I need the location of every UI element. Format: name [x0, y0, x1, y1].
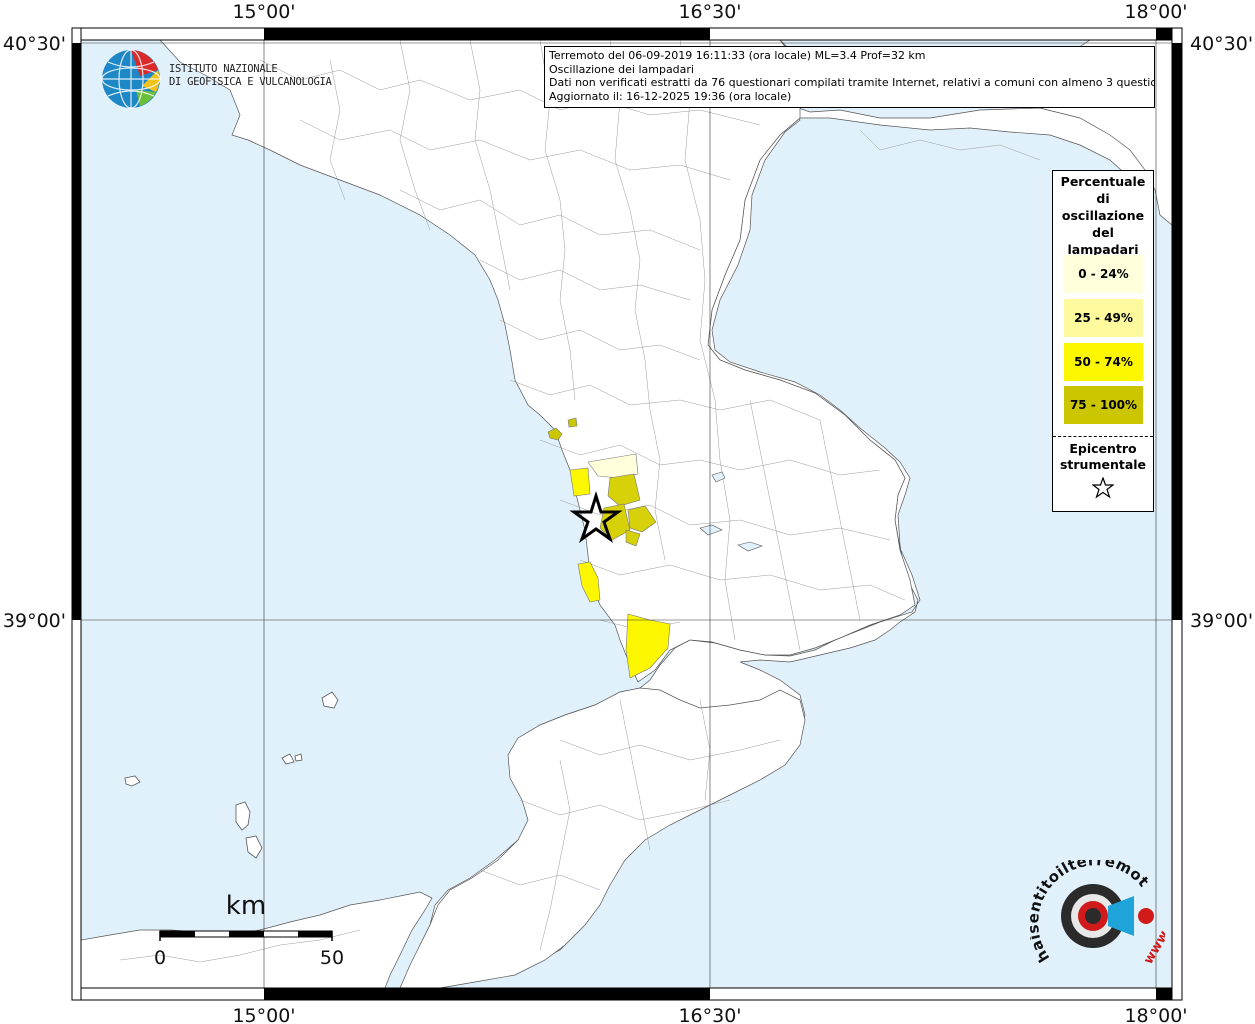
star-icon: [1092, 477, 1114, 499]
legend-class-1: 25 - 49%: [1064, 299, 1143, 337]
x-tick-bottom: 16°30': [678, 1005, 741, 1024]
y-tick-right: 40°30': [1190, 33, 1253, 55]
scale-min-label: 0: [154, 947, 166, 969]
info-line-source: Dati non verificati estratti da 76 quest…: [549, 76, 1155, 89]
haisentito-www-text: www.: [1141, 925, 1165, 967]
x-tick-top: 16°30': [678, 1, 741, 23]
legend-class-3: 75 - 100%: [1064, 386, 1143, 424]
haisentito-logo-icon: haisentitoilterremoto.it www.: [1030, 860, 1165, 967]
earthquake-info-box: Terremoto del 06-09-2019 16:11:33 (ora l…: [544, 46, 1155, 108]
legend-title: Percentuale di oscillazione del lampadar…: [1060, 174, 1146, 257]
scale-max-label: 50: [320, 947, 344, 969]
legend-class-0: 0 - 24%: [1064, 255, 1143, 293]
info-line-event: Terremoto del 06-09-2019 16:11:33 (ora l…: [549, 49, 926, 62]
legend-separator: [1053, 436, 1153, 437]
scale-unit: km: [226, 891, 266, 921]
y-tick-left: 39°00': [3, 610, 66, 632]
x-tick-bottom: 15°00': [232, 1005, 295, 1024]
info-line-parameter: Oscillazione dei lampadari: [549, 62, 694, 76]
ingv-globe-icon: [101, 49, 161, 109]
y-tick-left: 40°30': [3, 33, 66, 55]
info-line-updated: Aggiornato il: 16-12-2025 19:36 (ora loc…: [549, 89, 792, 103]
legend-epicenter-label: Epicentro strumentale: [1059, 441, 1147, 472]
x-tick-top: 18°00': [1124, 1, 1187, 23]
y-tick-right: 39°00': [1190, 610, 1253, 632]
ingv-logo-text: ISTITUTO NAZIONALE DI GEOFISICA E VULCAN…: [169, 63, 332, 88]
x-tick-bottom: 18°00': [1124, 1005, 1187, 1024]
legend-class-2: 50 - 74%: [1064, 343, 1143, 381]
x-tick-top: 15°00': [232, 1, 295, 23]
legend: Percentuale di oscillazione del lampadar…: [1052, 170, 1154, 512]
